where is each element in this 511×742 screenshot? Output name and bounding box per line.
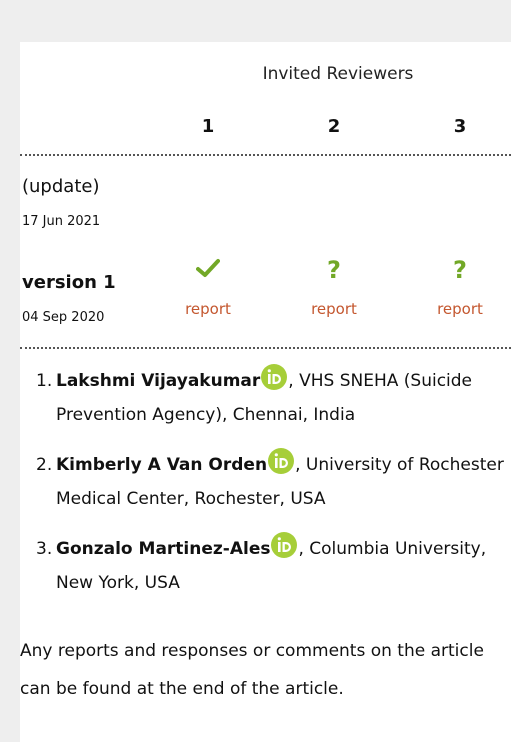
reviewer-item: 2. Kimberly A Van Orden, University of R… (36, 448, 506, 516)
invited-reviewers-heading: Invited Reviewers (262, 64, 414, 84)
divider (20, 347, 511, 349)
reviewer-number: 1. (36, 371, 53, 391)
reviewer-column-1: 1 (201, 116, 215, 137)
reviewer-name[interactable]: Kimberly A Van Orden (56, 455, 267, 475)
reviewer-name[interactable]: Lakshmi Vijayakumar (56, 371, 260, 391)
reviewer-item: 1. Lakshmi Vijayakumar, VHS SNEHA (Suici… (36, 364, 506, 432)
question-icon: ? (453, 256, 467, 284)
report-link-3[interactable]: report (415, 300, 505, 318)
report-link-1[interactable]: report (163, 300, 253, 318)
reviewer-list: 1. Lakshmi Vijayakumar, VHS SNEHA (Suici… (36, 364, 506, 616)
orcid-icon[interactable] (268, 448, 295, 474)
footer-note: Any reports and responses or comments on… (20, 641, 484, 699)
orcid-icon[interactable] (261, 364, 288, 390)
reviewer-name[interactable]: Gonzalo Martinez-Ales (56, 539, 270, 559)
version-row-date: 04 Sep 2020 (22, 310, 105, 325)
reviewer-item: 3. Gonzalo Martinez-Ales, Columbia Unive… (36, 532, 506, 600)
update-row-date: 17 Jun 2021 (22, 214, 101, 229)
reviewer-column-2: 2 (327, 116, 341, 137)
version-row-title: version 1 (22, 272, 116, 293)
reviewer-column-3: 3 (453, 116, 467, 137)
divider (20, 154, 511, 156)
approved-check-icon (178, 258, 238, 282)
reviewer-number: 2. (36, 455, 53, 475)
question-icon: ? (327, 256, 341, 284)
orcid-icon[interactable] (271, 532, 298, 558)
reviewer-number: 3. (36, 539, 53, 559)
report-link-2[interactable]: report (289, 300, 379, 318)
update-row-title: (update) (22, 176, 100, 197)
